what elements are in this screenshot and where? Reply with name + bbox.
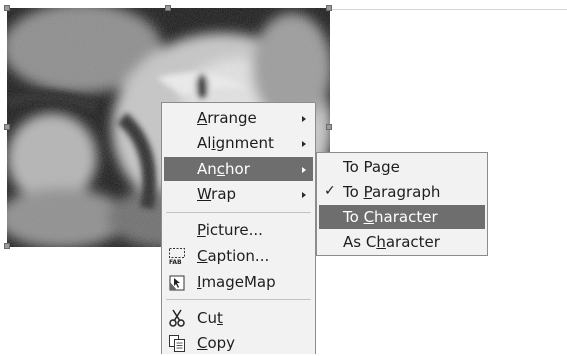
submenu-item-to-paragraph[interactable]: ✓ To Paragraph	[319, 180, 485, 204]
menu-item-wrap[interactable]: Wrap	[164, 182, 313, 206]
svg-text:FAB: FAB	[169, 259, 182, 265]
menu-item-alignment[interactable]: Alignment	[164, 131, 313, 155]
submenu-item-label: To Paragraph	[343, 183, 441, 201]
submenu-item-label: To Character	[343, 208, 438, 226]
menu-item-label: Copy	[197, 334, 236, 352]
page-boundary-line	[330, 9, 567, 10]
menu-item-caption[interactable]: FAB Caption...	[164, 244, 313, 268]
resize-handle-top-left[interactable]	[4, 5, 10, 11]
submenu-arrow-icon	[302, 192, 306, 198]
imagemap-icon	[168, 273, 186, 291]
menu-item-arrange[interactable]: Arrange	[164, 106, 313, 130]
anchor-submenu: To Page ✓ To Paragraph To Character As C…	[316, 152, 488, 256]
resize-handle-bottom-left[interactable]	[4, 243, 10, 249]
submenu-arrow-icon	[302, 141, 306, 147]
menu-item-label: Picture...	[197, 221, 263, 239]
menu-item-label: Cut	[197, 309, 223, 327]
menu-item-anchor[interactable]: Anchor	[164, 157, 313, 181]
submenu-arrow-icon	[302, 167, 306, 173]
submenu-arrow-icon	[302, 116, 306, 122]
submenu-item-label: As Character	[343, 233, 440, 251]
caption-icon: FAB	[168, 247, 186, 266]
menu-item-picture[interactable]: Picture...	[164, 218, 313, 242]
menu-item-label: Wrap	[197, 185, 237, 203]
menu-item-cut[interactable]: Cut	[164, 306, 313, 330]
submenu-item-to-character[interactable]: To Character	[319, 205, 485, 229]
menu-item-label: Arrange	[197, 109, 257, 127]
menu-item-label: Anchor	[197, 160, 250, 178]
resize-handle-middle-left[interactable]	[4, 124, 10, 130]
menu-item-copy[interactable]: Copy	[164, 331, 313, 355]
menu-separator	[166, 212, 311, 213]
submenu-item-as-character[interactable]: As Character	[319, 230, 485, 254]
scissors-icon	[168, 309, 186, 327]
menu-item-label: Alignment	[197, 134, 274, 152]
submenu-item-label: To Page	[343, 158, 400, 176]
menu-separator	[166, 299, 311, 300]
check-icon: ✓	[324, 183, 336, 199]
menu-item-label: ImageMap	[197, 273, 276, 291]
resize-handle-middle-right[interactable]	[326, 124, 332, 130]
resize-handle-top-right[interactable]	[326, 5, 332, 11]
resize-handle-top-middle[interactable]	[165, 5, 171, 11]
context-menu: Arrange Alignment Anchor Wrap Picture...…	[161, 102, 316, 354]
menu-item-label: Caption...	[197, 247, 270, 265]
copy-icon	[168, 334, 186, 352]
menu-item-imagemap[interactable]: ImageMap	[164, 270, 313, 294]
submenu-item-to-page[interactable]: To Page	[319, 155, 485, 179]
